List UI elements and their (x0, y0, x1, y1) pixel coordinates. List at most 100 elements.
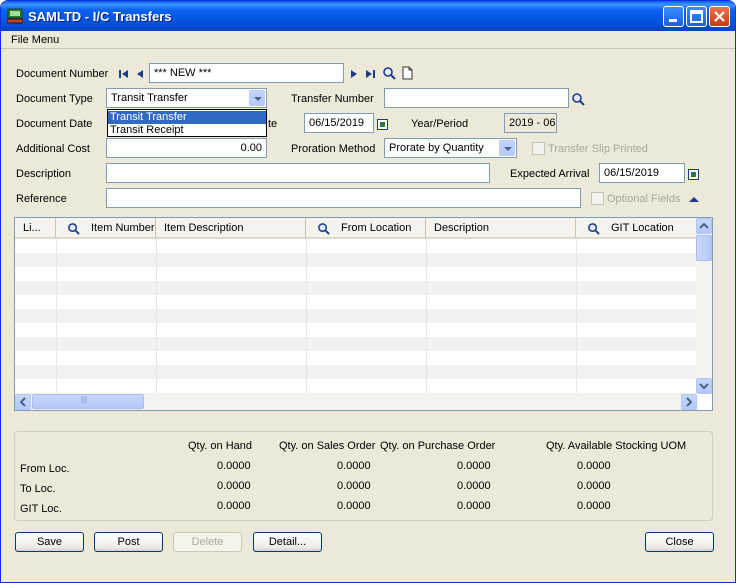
column-divider (56, 239, 57, 393)
calendar-icon[interactable] (377, 119, 388, 130)
item-number-search-icon[interactable] (67, 222, 80, 235)
scroll-left-button[interactable] (15, 394, 31, 410)
maximize-icon (690, 10, 703, 23)
detail-button[interactable]: Detail... (253, 532, 322, 552)
column-header-line[interactable]: Li... (15, 218, 56, 239)
column-header-description[interactable]: Description (426, 218, 576, 239)
git-loc-qty-on-sales-order: 0.0000 (337, 500, 371, 512)
horizontal-scroll-thumb[interactable]: ||| (32, 394, 144, 409)
from-loc-qty-on-purchase-order: 0.0000 (457, 460, 491, 472)
vertical-scrollbar[interactable] (696, 218, 712, 394)
git-loc-label: GIT Loc. (20, 503, 62, 515)
horizontal-scrollbar[interactable]: ||| (15, 393, 698, 410)
transfer-search-icon[interactable] (571, 92, 585, 106)
vertical-scroll-thumb[interactable] (696, 235, 712, 261)
dropdown-option-transit-transfer[interactable]: Transit Transfer (108, 111, 266, 124)
proration-chevron-down-icon[interactable] (499, 140, 515, 156)
chevron-right-icon (686, 397, 693, 407)
new-document-icon[interactable] (400, 66, 414, 80)
document-date-label-tail: te (268, 118, 278, 130)
scroll-up-button[interactable] (696, 218, 712, 234)
git-location-search-icon[interactable] (587, 222, 600, 235)
column-header-item-number[interactable]: Item Number (56, 218, 156, 239)
description-input[interactable] (106, 163, 490, 183)
to-loc-qty-on-sales-order: 0.0000 (337, 480, 371, 492)
minimize-button[interactable] (663, 6, 684, 27)
post-button[interactable]: Post (94, 532, 163, 552)
from-loc-qty-on-hand: 0.0000 (217, 460, 251, 472)
minimize-icon (669, 19, 677, 22)
column-header-item-description[interactable]: Item Description (156, 218, 306, 239)
transfer-slip-checkbox[interactable] (532, 142, 545, 155)
document-type-dropdown: Transit Transfer Transit Receipt (107, 109, 267, 137)
dropdown-option-transit-receipt[interactable]: Transit Receipt (108, 124, 266, 137)
chevron-down-icon (699, 383, 709, 390)
document-date-label: Document Date (16, 118, 93, 130)
column-divider (426, 239, 427, 393)
table-row[interactable] (15, 253, 698, 267)
table-row[interactable] (15, 309, 698, 323)
table-row[interactable] (15, 267, 698, 281)
last-record-icon[interactable] (363, 67, 377, 81)
scroll-grip: ||| (81, 395, 88, 404)
column-header-from-location[interactable]: From Location (306, 218, 426, 239)
scroll-right-button[interactable] (681, 394, 697, 410)
from-location-search-icon[interactable] (317, 222, 330, 235)
app-icon (7, 8, 23, 24)
from-loc-qty-on-sales-order: 0.0000 (337, 460, 371, 472)
qty-available-header: Qty. Available Stocking UOM (546, 440, 687, 452)
save-button[interactable]: Save (15, 532, 84, 552)
table-row[interactable] (15, 379, 698, 393)
column-header-git-location[interactable]: GIT Location (576, 218, 698, 239)
additional-cost-input[interactable]: 0.00 (106, 138, 267, 158)
window: SAMLTD - I/C Transfers File Menu Documen… (0, 0, 736, 583)
table-row[interactable] (15, 337, 698, 351)
table-row[interactable] (15, 323, 698, 337)
chevron-left-icon (19, 397, 26, 407)
table-row[interactable] (15, 351, 698, 365)
close-button[interactable]: Close (645, 532, 714, 552)
chevron-down-icon[interactable] (249, 90, 265, 106)
git-loc-qty-on-purchase-order: 0.0000 (457, 500, 491, 512)
close-icon (714, 11, 725, 22)
column-divider (306, 239, 307, 393)
expected-arrival-calendar-icon[interactable] (688, 169, 699, 180)
transfer-number-input[interactable] (384, 88, 569, 108)
table-row[interactable] (15, 281, 698, 295)
title-bar[interactable]: SAMLTD - I/C Transfers (1, 1, 735, 31)
document-type-value: Transit Transfer (111, 92, 188, 104)
description-label: Description (16, 168, 72, 180)
table-row[interactable] (15, 295, 698, 309)
maximize-button[interactable] (686, 6, 707, 27)
first-record-icon[interactable] (117, 67, 131, 81)
document-type-select[interactable]: Transit Transfer (106, 88, 267, 108)
year-period-value: 2019 - 06 (504, 113, 557, 133)
document-date-input[interactable]: 06/15/2019 (304, 113, 374, 133)
reference-input[interactable] (106, 188, 581, 208)
to-loc-qty-on-hand: 0.0000 (217, 480, 251, 492)
additional-cost-label: Additional Cost (16, 143, 90, 155)
detail-grid[interactable]: Li... Item Number Item Description From … (14, 217, 713, 411)
table-row[interactable] (15, 365, 698, 379)
qty-on-purchase-order-header: Qty. on Purchase Order (380, 440, 496, 452)
table-row[interactable] (15, 239, 698, 253)
next-record-icon[interactable] (347, 67, 361, 81)
year-period-label: Year/Period (411, 118, 469, 130)
previous-record-icon[interactable] (133, 67, 147, 81)
menu-file[interactable]: File Menu (11, 34, 59, 46)
proration-method-select[interactable]: Prorate by Quantity (384, 138, 517, 158)
expected-arrival-label: Expected Arrival (510, 168, 590, 180)
search-icon[interactable] (382, 66, 396, 80)
expected-arrival-input[interactable]: 06/15/2019 (599, 163, 685, 183)
close-window-button[interactable] (709, 6, 730, 27)
document-number-input[interactable]: *** NEW *** (149, 63, 344, 83)
delete-button[interactable]: Delete (173, 532, 242, 552)
collapse-up-icon[interactable] (687, 193, 701, 207)
from-loc-qty-available: 0.0000 (577, 460, 611, 472)
qty-on-sales-order-header: Qty. on Sales Order (279, 440, 376, 452)
optional-fields-checkbox[interactable] (591, 192, 604, 205)
to-loc-label: To Loc. (20, 483, 56, 495)
menu-bar: File Menu (1, 31, 735, 49)
scroll-down-button[interactable] (696, 378, 712, 394)
to-loc-qty-on-purchase-order: 0.0000 (457, 480, 491, 492)
